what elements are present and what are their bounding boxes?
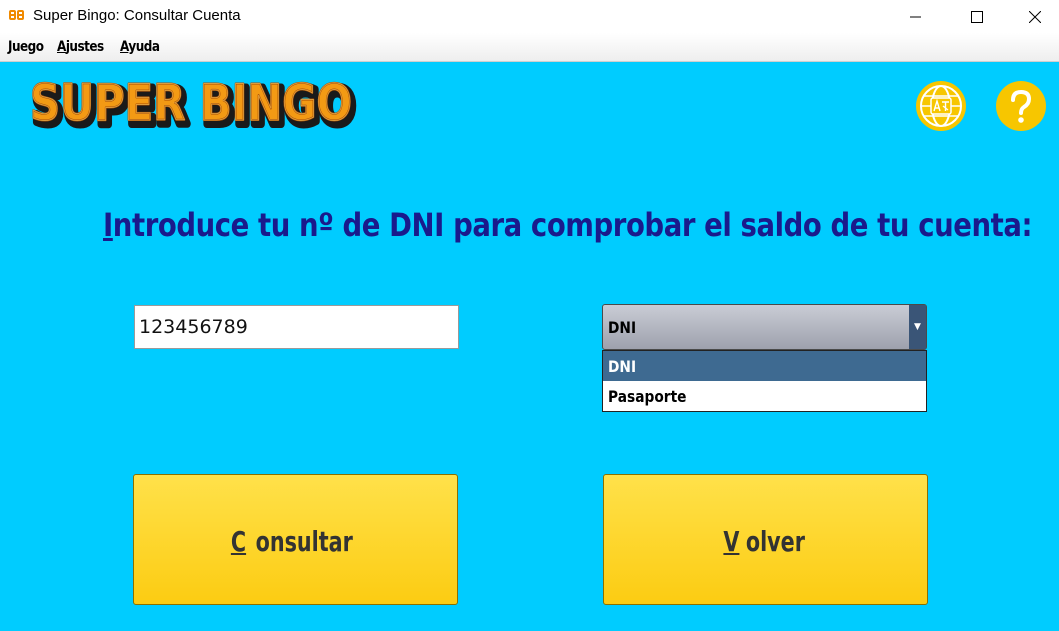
volver-label: Volver <box>723 525 805 558</box>
consultar-button[interactable]: Consultar <box>133 474 458 605</box>
consultar-label: Consultar <box>231 525 353 558</box>
super-bingo-logo: SUPER BINGO SUPER BINGO SUPER BINGO <box>29 73 359 134</box>
close-icon <box>1029 10 1041 23</box>
minimize-icon <box>910 16 921 17</box>
maximize-icon <box>971 10 983 23</box>
document-type-select[interactable]: DNI ▼ <box>602 304 927 350</box>
prompt-label: Introduce tu nº de DNI para comprobar el… <box>103 206 1033 244</box>
document-type-selected: DNI <box>608 318 637 337</box>
volver-button[interactable]: Volver <box>603 474 928 605</box>
chevron-down-icon: ▼ <box>914 322 921 332</box>
option-pasaporte[interactable]: Pasaporte <box>603 381 926 411</box>
menu-bar: Juego Ajustes Ayuda <box>0 33 1059 62</box>
menu-ajustes[interactable]: Ajustes <box>57 39 104 55</box>
language-globe-icon <box>920 85 962 127</box>
help-question-icon <box>1011 89 1032 123</box>
document-type-options: DNI Pasaporte <box>602 350 927 412</box>
minimize-button[interactable] <box>893 0 939 33</box>
dni-input[interactable]: 123456789 <box>134 305 459 349</box>
menu-ayuda[interactable]: Ayuda <box>120 39 160 55</box>
menu-juego[interactable]: Juego <box>8 39 44 55</box>
app-icon <box>9 10 24 20</box>
svg-text:SUPER BINGO: SUPER BINGO <box>30 74 352 132</box>
dropdown-arrow-button[interactable]: ▼ <box>909 305 926 349</box>
help-button[interactable] <box>996 81 1046 131</box>
maximize-button[interactable] <box>954 0 1000 33</box>
title-bar: Super Bingo: Consultar Cuenta <box>0 0 1059 33</box>
language-button[interactable] <box>916 81 966 131</box>
close-button[interactable] <box>1012 0 1058 33</box>
option-dni[interactable]: DNI <box>603 351 926 381</box>
window-title: Super Bingo: Consultar Cuenta <box>33 7 241 24</box>
